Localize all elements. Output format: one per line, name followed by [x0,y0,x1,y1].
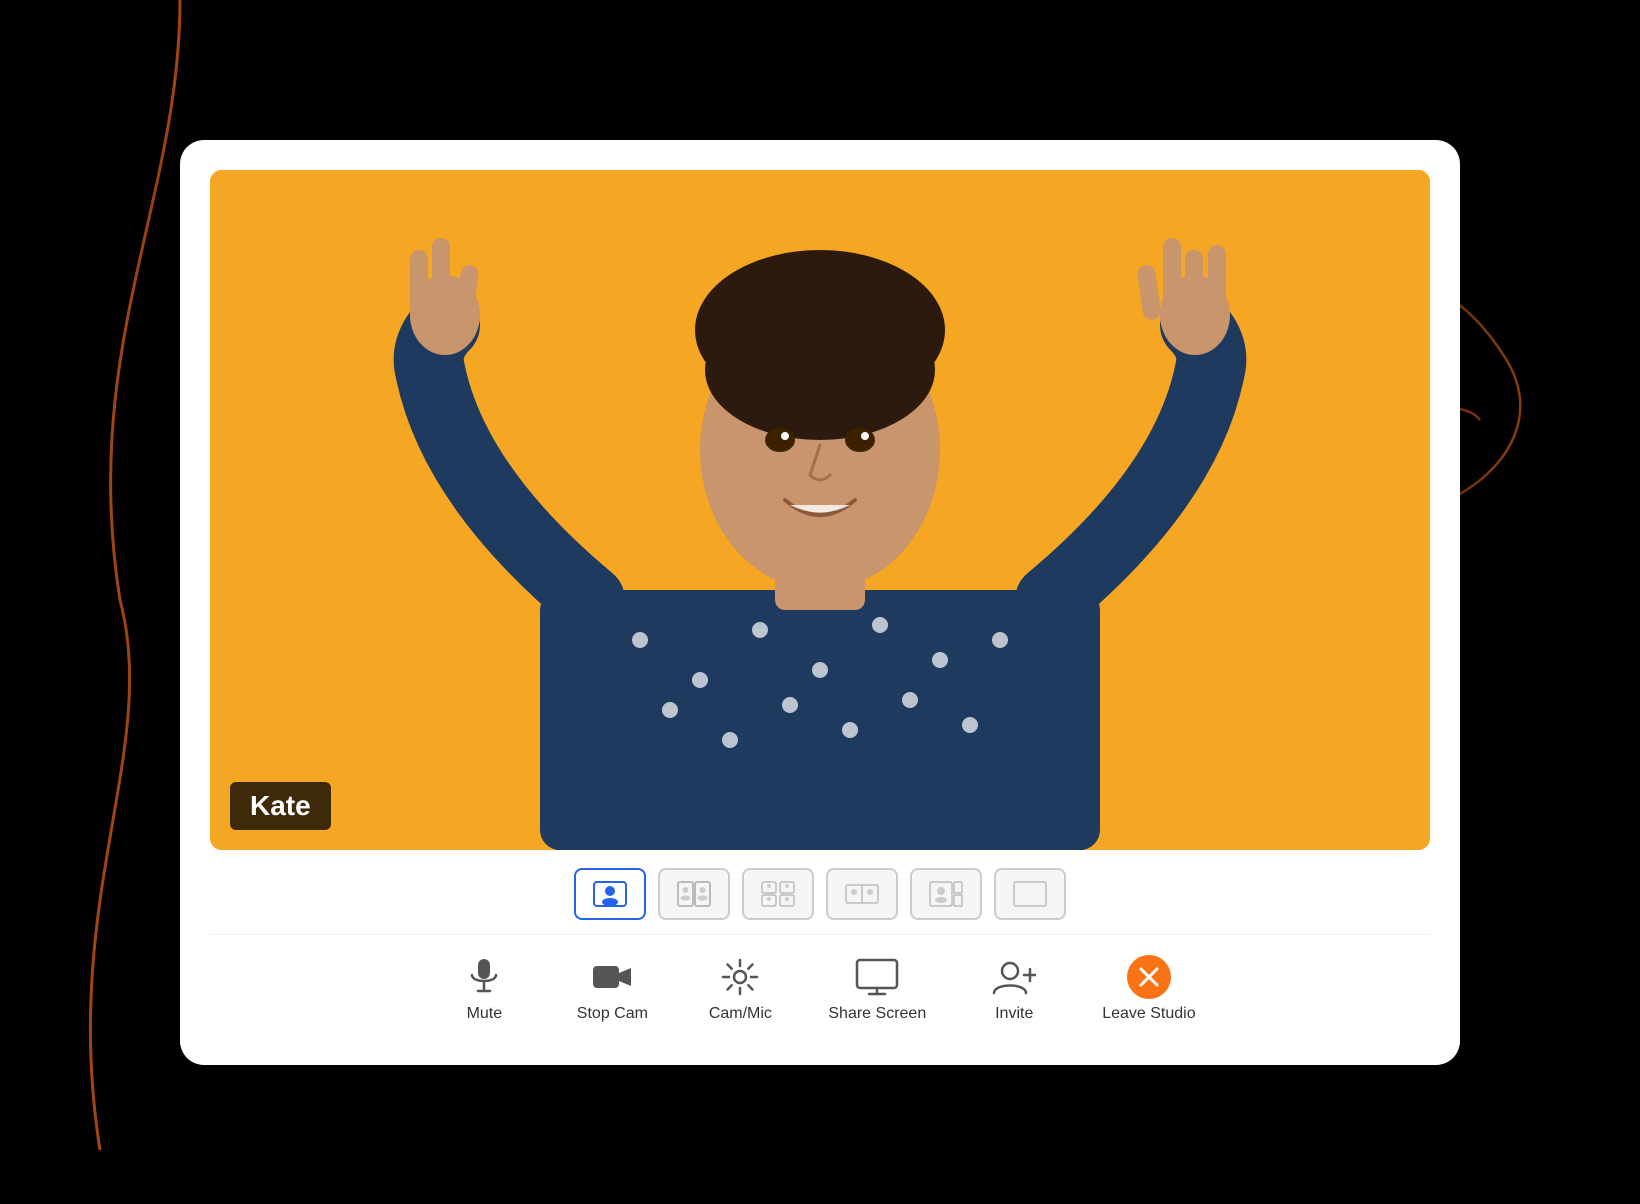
cam-mic-button[interactable]: Cam/Mic [700,955,780,1023]
invite-button[interactable]: Invite [974,955,1054,1023]
camera-icon [590,955,634,999]
layout-btn-4grid[interactable] [742,868,814,920]
settings-icon [718,955,762,999]
participant-video [210,170,1430,850]
video-area: Kate [210,170,1430,850]
layout-btn-sidebyside[interactable] [826,868,898,920]
share-screen-label: Share Screen [828,1005,926,1023]
share-screen-button[interactable]: Share Screen [828,955,926,1023]
stop-cam-button[interactable]: Stop Cam [572,955,652,1023]
cam-mic-label: Cam/Mic [709,1005,772,1023]
person-add-icon [992,955,1036,999]
layout-btn-minimal[interactable] [994,868,1066,920]
layout-btn-presenter[interactable] [910,868,982,920]
stop-cam-label: Stop Cam [577,1005,648,1023]
layout-selector [210,850,1430,930]
layout-btn-single[interactable] [574,868,646,920]
layout-btn-2grid[interactable] [658,868,730,920]
leave-studio-button[interactable]: Leave Studio [1102,955,1195,1023]
leave-studio-label: Leave Studio [1102,1005,1195,1023]
invite-label: Invite [995,1005,1033,1023]
mute-icon [462,955,506,999]
video-background [210,170,1430,850]
controls-bar: Mute Stop Cam Cam/Mic [210,934,1430,1045]
participant-name-label: Kate [230,782,331,830]
studio-window: Kate [180,140,1460,1065]
mute-button[interactable]: Mute [444,955,524,1023]
monitor-icon [855,955,899,999]
mute-label: Mute [467,1005,503,1023]
leave-icon [1127,955,1171,999]
